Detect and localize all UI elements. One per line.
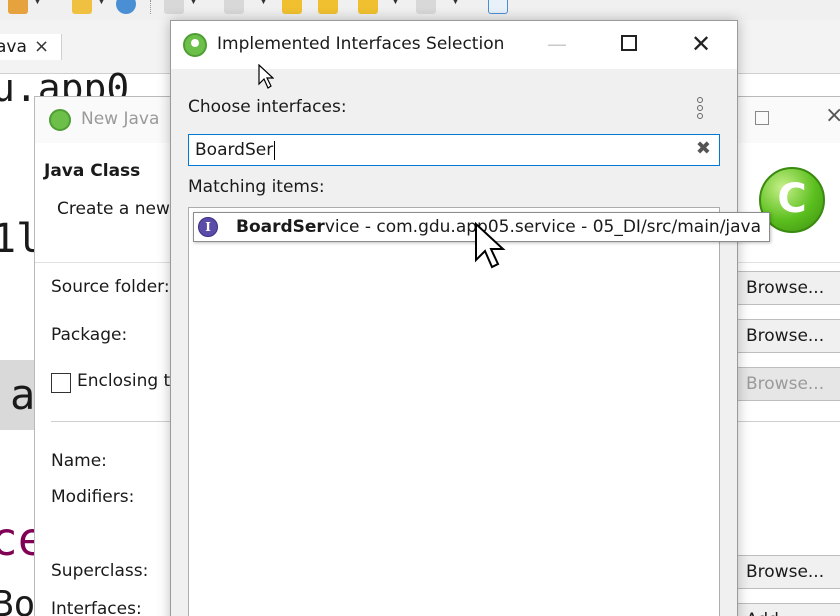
enclosing-type-checkbox[interactable] — [51, 373, 71, 393]
minimize-button[interactable]: — — [537, 29, 577, 59]
next-edit-icon[interactable] — [416, 0, 436, 14]
navigate-icon[interactable] — [224, 0, 244, 14]
modifiers-label: Modifiers: — [51, 487, 135, 507]
spring-logo-icon — [183, 33, 207, 57]
match-highlight: BoardSer — [236, 217, 325, 237]
superclass-label: Superclass: — [51, 561, 149, 581]
chevron-down-icon[interactable]: ▼ — [452, 0, 459, 6]
name-label: Name: — [51, 451, 107, 471]
spring-logo-icon — [49, 109, 71, 131]
wizard-heading: Java Class — [44, 161, 141, 181]
back-arrow-icon[interactable] — [282, 0, 302, 14]
cursor-icon — [475, 222, 506, 269]
enclosing-type-label: Enclosing t — [77, 371, 171, 391]
superclass-browse-button[interactable]: Browse... — [737, 555, 840, 589]
interface-icon: I — [198, 217, 218, 237]
view-menu-icon[interactable] — [695, 97, 705, 123]
chevron-down-icon[interactable]: ▼ — [98, 0, 105, 6]
clear-icon[interactable]: ✖ — [696, 138, 711, 159]
package-label: Package: — [51, 325, 128, 345]
previous-edit-icon[interactable] — [358, 0, 378, 14]
close-button[interactable]: ✕ — [681, 29, 721, 59]
maximize-button[interactable] — [621, 35, 637, 51]
choose-interfaces-label: Choose interfaces: — [188, 97, 347, 117]
matching-items-label: Matching items: — [188, 177, 325, 197]
main-toolbar: ▼ ▼ ▼ ▼ ▼ ▼ — [0, 0, 840, 20]
chevron-down-icon[interactable]: ▼ — [392, 0, 399, 6]
editor-tab[interactable]: ava × — [0, 34, 62, 60]
source-folder-browse-button[interactable]: Browse... — [737, 271, 840, 305]
chevron-down-icon[interactable]: ▼ — [190, 0, 197, 6]
wizard-title: New Java — [81, 109, 160, 129]
chevron-down-icon[interactable]: ▼ — [260, 0, 267, 6]
dialog-title: Implemented Interfaces Selection — [217, 34, 505, 54]
qualifier-text: - com.gdu.app05.service - 05_DI/src/main… — [359, 217, 762, 237]
dialog-titlebar[interactable]: Implemented Interfaces Selection — ✕ — [171, 21, 737, 69]
implemented-interfaces-dialog: Implemented Interfaces Selection — ✕ Cho… — [170, 20, 771, 616]
source-folder-label: Source folder: — [51, 277, 170, 297]
editor-tab-label: ava — [0, 37, 27, 57]
interfaces-label: Interfaces: — [51, 599, 142, 616]
close-icon[interactable]: × — [825, 103, 840, 128]
match-rest: vice — [324, 217, 360, 237]
cursor-icon — [258, 64, 274, 89]
matching-items-list[interactable]: I BoardService - com.gdu.app05.service -… — [188, 207, 771, 616]
text-caret — [274, 140, 276, 160]
package-browse-button[interactable]: Browse... — [737, 319, 840, 353]
open-folder-icon[interactable] — [72, 0, 92, 14]
code-line: a — [0, 360, 36, 430]
enclosing-type-browse-button[interactable]: Browse... — [737, 367, 840, 401]
task-icon[interactable] — [164, 0, 184, 14]
external-tool-icon[interactable] — [488, 0, 508, 14]
globe-icon[interactable] — [116, 0, 136, 14]
close-icon[interactable]: × — [34, 34, 49, 60]
search-input[interactable]: BoardSer ✖ — [188, 134, 720, 166]
wizard-description: Create a new — [57, 199, 170, 219]
search-input-value: BoardSer — [195, 140, 274, 160]
interfaces-add-button[interactable]: Add... — [737, 603, 840, 616]
code-line: Bo — [0, 584, 36, 616]
chevron-down-icon[interactable]: ▼ — [34, 0, 41, 6]
maximize-icon[interactable] — [755, 111, 769, 125]
forward-arrow-icon[interactable] — [318, 0, 338, 14]
run-icon[interactable] — [8, 0, 28, 14]
toolbar-separator — [150, 0, 151, 14]
